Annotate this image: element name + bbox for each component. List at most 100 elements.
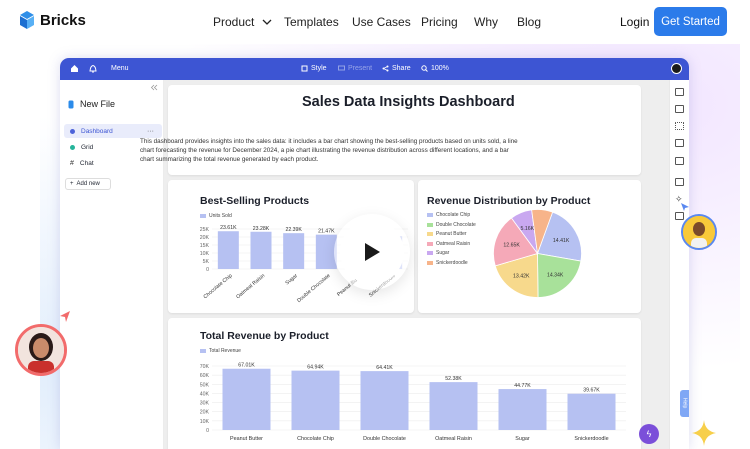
x-tick-label: Snickerdoodle (574, 436, 608, 442)
assistant-button[interactable]: ϟ (639, 424, 659, 444)
data-label: 39.67K (583, 388, 600, 394)
legend-label: Chocolate Chip (436, 212, 471, 218)
pie-data-label: 14.41K (553, 238, 570, 244)
present-button[interactable]: Present (338, 65, 372, 72)
x-tick-label: Chocolate Chip (203, 273, 234, 300)
data-label: 64.94K (307, 365, 324, 371)
pie-data-label: 13.42K (513, 273, 530, 279)
table-icon[interactable] (675, 139, 684, 147)
data-label: 67.01K (238, 363, 255, 369)
data-label: 64.41K (376, 365, 393, 371)
x-tick-label: Oatmeal Raisin (235, 273, 266, 300)
calendar-icon[interactable] (675, 178, 684, 186)
nav-pricing[interactable]: Pricing (421, 15, 458, 29)
brand-name: Bricks (40, 11, 86, 29)
sidebar-item-label: Chat (79, 159, 94, 167)
pie-legend-item: Snickerdoodle (427, 260, 476, 266)
nav-use-cases[interactable]: Use Cases (352, 15, 411, 29)
pie-data-label: 12.65K (503, 243, 520, 249)
plus-icon: + (70, 181, 74, 187)
menu-button[interactable]: Menu (111, 65, 129, 72)
file-name: New File (80, 99, 116, 109)
legend-label: Units Sold (209, 213, 232, 219)
text-block-icon[interactable] (675, 105, 684, 113)
get-started-button[interactable]: Get Started (654, 7, 727, 36)
legend-label: Snickerdoodle (436, 259, 468, 266)
pie-data-label: 14.34K (547, 272, 564, 278)
top-nav: Bricks Product Templates Use Cases Prici… (0, 0, 750, 44)
sidebar-item-label: Dashboard (81, 127, 113, 135)
y-tick-label: 70K (200, 364, 210, 370)
legend-total-revenue: Total Revenue (200, 348, 241, 354)
home-icon[interactable] (70, 64, 79, 73)
data-label: 23.28K (253, 226, 270, 232)
user-avatar[interactable] (671, 63, 682, 74)
present-icon (338, 65, 345, 71)
x-tick-label: Double Chocolate (296, 273, 332, 304)
style-button[interactable]: Style (301, 65, 327, 72)
pie-legend: Chocolate Chip Double Chocolate Peanut But… (427, 212, 476, 270)
data-label: 44.77K (514, 383, 531, 389)
chart-title-best-selling: Best-Selling Products (200, 195, 310, 207)
legend-label: Oatmeal Raisin (436, 240, 471, 247)
more-options-icon[interactable]: ··· (147, 128, 154, 135)
sidebar-item-dashboard[interactable]: Dashboard ··· (64, 124, 162, 138)
file-icon (68, 100, 74, 108)
legend-label: Sugar (436, 250, 450, 257)
y-tick-label: 10K (200, 419, 210, 425)
bar-chocolate-chip (217, 231, 239, 269)
sidebar-item-label: Grid (81, 143, 94, 151)
bar-sugar (283, 233, 305, 269)
legend-swatch (200, 214, 206, 218)
pie-legend-item: Chocolate Chip (427, 212, 476, 218)
y-tick-label: 0 (206, 428, 209, 434)
nav-product[interactable]: Product (213, 15, 272, 29)
zoom-icon (421, 65, 428, 72)
zoom-control[interactable]: 100% (421, 65, 449, 72)
y-tick-label: 20K (200, 235, 210, 241)
total-revenue-chart: 70K 60K 50K 40K 30K 20K 10K 0 67.01K Peanut Butte… (200, 363, 626, 442)
widgets-icon[interactable] (675, 212, 684, 220)
image-icon[interactable] (675, 157, 684, 165)
sparkle-decoration-icon (692, 420, 716, 446)
add-new-button[interactable]: + Add new (65, 178, 111, 190)
y-tick-label: 15K (200, 243, 210, 249)
pie-legend-item: Oatmeal Raisin (427, 241, 476, 247)
y-tick-label: 10K (200, 251, 210, 257)
help-label: Help (681, 398, 688, 409)
y-tick-label: 20K (200, 410, 210, 416)
nav-product-label: Product (213, 15, 255, 29)
legend-units-sold: Units Sold (200, 213, 232, 219)
apps-icon[interactable] (675, 122, 684, 130)
nav-blog[interactable]: Blog (517, 15, 541, 29)
bar-sugar (498, 389, 547, 430)
dashboard-title: Sales Data Insights Dashboard (302, 94, 515, 110)
help-tab[interactable]: Help (680, 390, 689, 417)
nav-why[interactable]: Why (474, 15, 498, 29)
nav-templates[interactable]: Templates (284, 15, 339, 29)
share-label: Share (392, 65, 411, 72)
legend-swatch (427, 232, 433, 237)
dashboard-description: This dashboard provides insights into th… (140, 137, 630, 165)
dashboard-dot-icon (70, 128, 75, 134)
pie-data-label: 5.16K (521, 226, 535, 232)
collapse-icon[interactable] (150, 84, 158, 91)
data-label: 21.47K (318, 229, 335, 235)
cursor-pointer-red-icon (60, 311, 70, 322)
video-play-button[interactable] (334, 214, 410, 290)
bar-snickerdoodle (567, 393, 616, 430)
legend-swatch (200, 349, 206, 353)
brand-logo[interactable]: Bricks (20, 11, 86, 29)
share-button[interactable]: Share (382, 65, 411, 72)
bell-icon[interactable] (89, 64, 97, 73)
y-tick-label: 60K (200, 373, 210, 379)
login-link[interactable]: Login (620, 15, 649, 29)
bar-double-chocolate (360, 371, 409, 430)
layout-icon[interactable] (675, 88, 684, 96)
description-line: chart summarizing the total revenue gene… (140, 156, 319, 164)
legend-label: Double Chocolate (436, 221, 476, 228)
x-tick-label: Double Chocolate (363, 436, 406, 442)
bar-oatmeal-raisin (250, 231, 272, 269)
app-toolbar: Menu Style Present Share 100% (60, 58, 689, 80)
legend-swatch (427, 260, 433, 265)
